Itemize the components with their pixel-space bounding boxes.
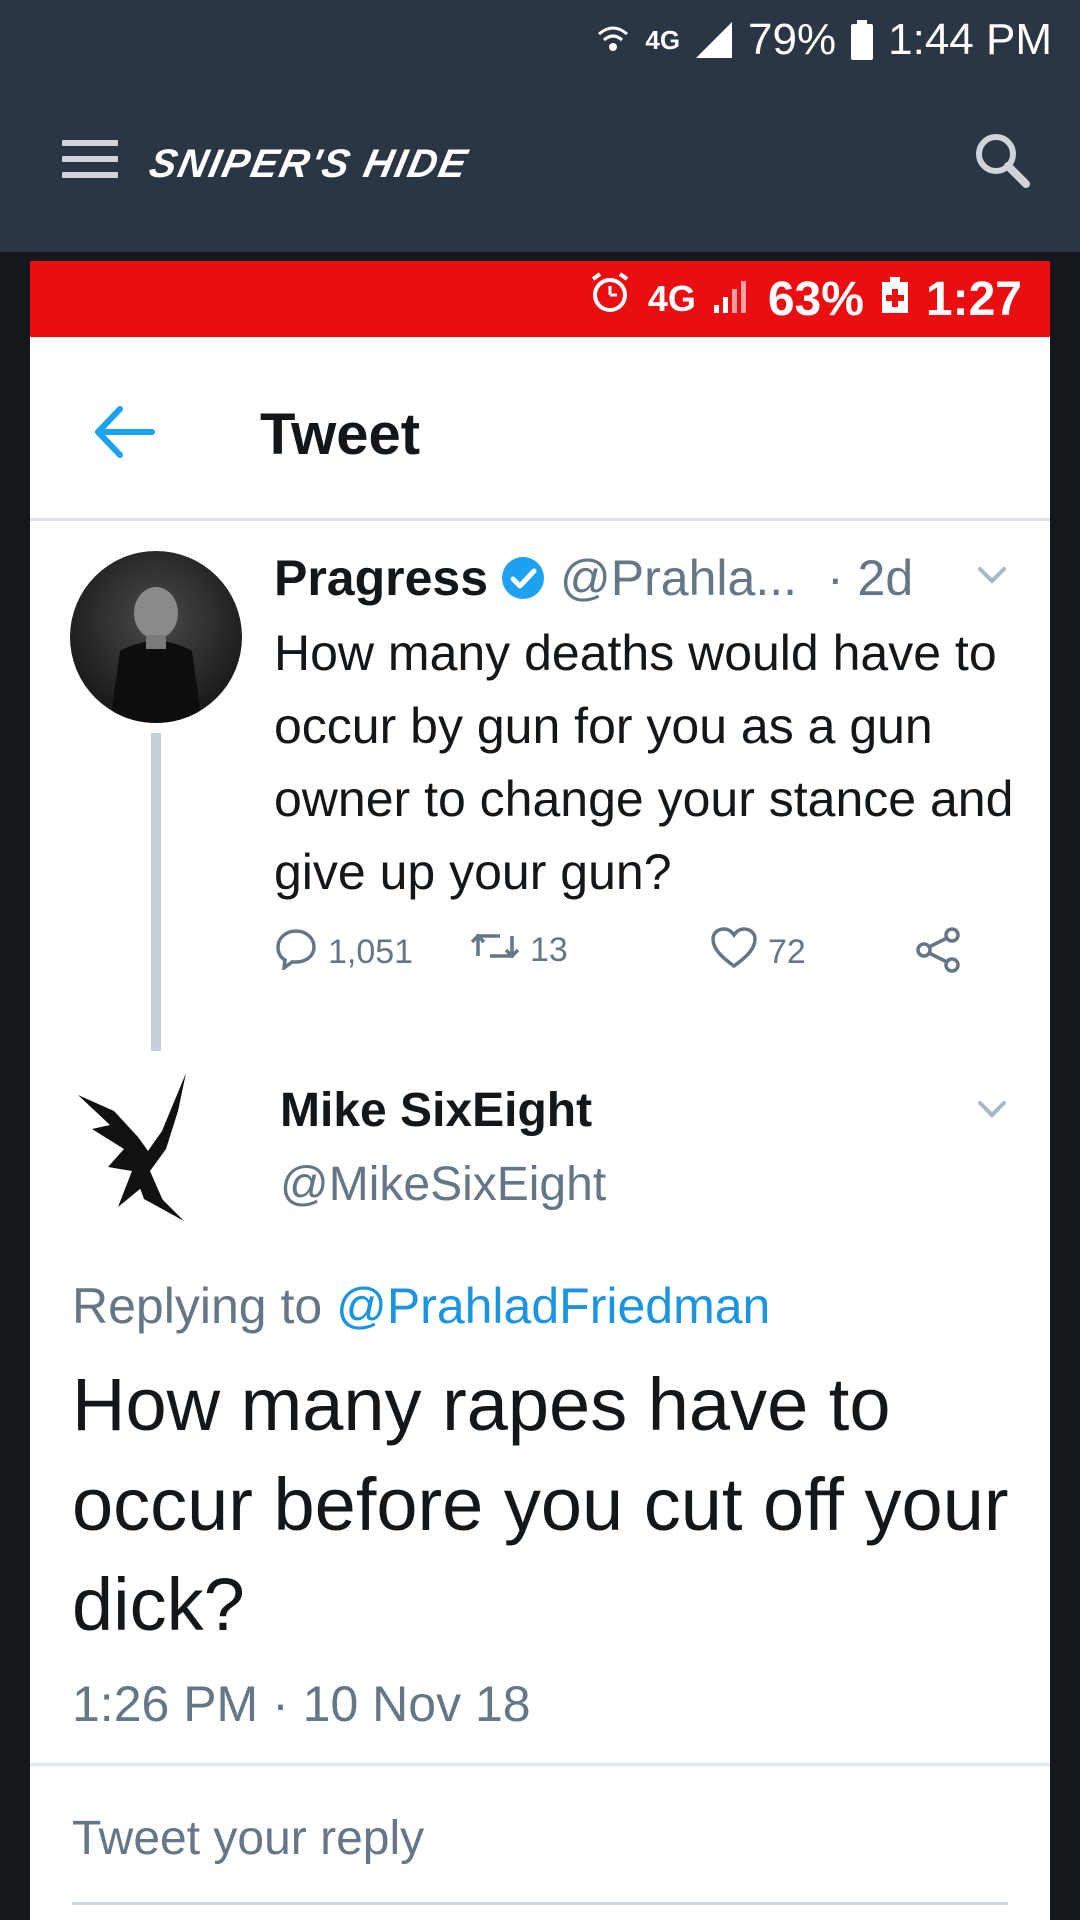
author-handle[interactable]: @Prahla... [560,549,797,607]
author-name[interactable]: Pragress [274,549,488,607]
reply-input-underline [72,1902,1008,1905]
author-handle[interactable]: @MikeSixEight [280,1157,606,1212]
menu-icon[interactable] [62,140,118,186]
alarm-icon [588,271,632,327]
outer-battery-percent: 79% [748,15,837,64]
back-arrow-icon[interactable] [90,397,160,467]
reply-input[interactable]: Tweet your reply [72,1811,424,1866]
replying-to: Replying to @PrahladFriedman [72,1277,770,1335]
replying-to-link[interactable]: @PrahladFriedman [336,1278,770,1334]
avatar[interactable] [70,551,242,723]
page-title: Tweet [260,402,421,467]
like-button[interactable]: 72 [710,926,806,979]
outer-clock: 1:44 PM [888,15,1052,64]
inner-clock: 1:27 [925,272,1022,326]
tweet-header: Tweet [30,337,1050,521]
tweet-actions: 1,051 13 72 [274,926,974,996]
inner-battery-percent: 63% [767,272,864,326]
reply-button[interactable]: 1,051 [274,926,413,979]
inner-signal-icon [712,272,752,327]
thread-line [151,733,161,1051]
tweet-text: How many deaths would have to occur by g… [274,625,1014,900]
inner-battery-icon [880,272,910,327]
outer-status-bar: 4G 79% 1:44 PM [0,0,1080,80]
divider [30,1763,1050,1766]
raven-avatar[interactable] [74,1071,204,1231]
chevron-down-icon[interactable] [972,1095,1012,1125]
inner-network-label: 4G [647,278,696,319]
search-icon[interactable] [970,128,1034,192]
site-logo[interactable]: SNIPER'S HIDE [145,142,472,187]
embedded-screenshot: 4G 63% 1:27 Tweet Pragress @Prahla... · … [30,261,1050,1920]
battery-icon [850,20,874,60]
outer-network-label: 4G [645,24,681,55]
replying-prefix: Replying to [72,1278,323,1334]
heart-icon [710,926,758,979]
author-name[interactable]: Mike SixEight [280,1083,592,1138]
verified-badge-icon [500,555,546,601]
reply-icon [274,926,318,979]
retweet-icon [470,926,520,975]
reply-count: 1,051 [328,933,414,971]
forum-app-bar: SNIPER'S HIDE [0,80,1080,252]
like-count: 72 [768,933,806,971]
wifi-icon [595,22,631,58]
retweet-button[interactable]: 13 [470,926,568,975]
tweet-age: · 2d [827,550,914,606]
tweet-author-row: Pragress @Prahla... · 2d [274,549,913,607]
share-button[interactable] [914,926,964,983]
inner-status-icons: 4G 63% 1:27 [588,261,1022,337]
retweet-count: 13 [530,931,568,969]
chevron-down-icon[interactable] [972,561,1012,591]
signal-icon [694,20,734,60]
outer-status-icons: 4G 79% 1:44 PM [595,10,1052,70]
inner-status-bar: 4G 63% 1:27 [30,261,1050,337]
tweet-timestamp: 1:26 PM · 10 Nov 18 [72,1676,531,1732]
tweet-text: How many rapes have to occur before you … [72,1363,1009,1646]
share-icon [914,926,964,983]
